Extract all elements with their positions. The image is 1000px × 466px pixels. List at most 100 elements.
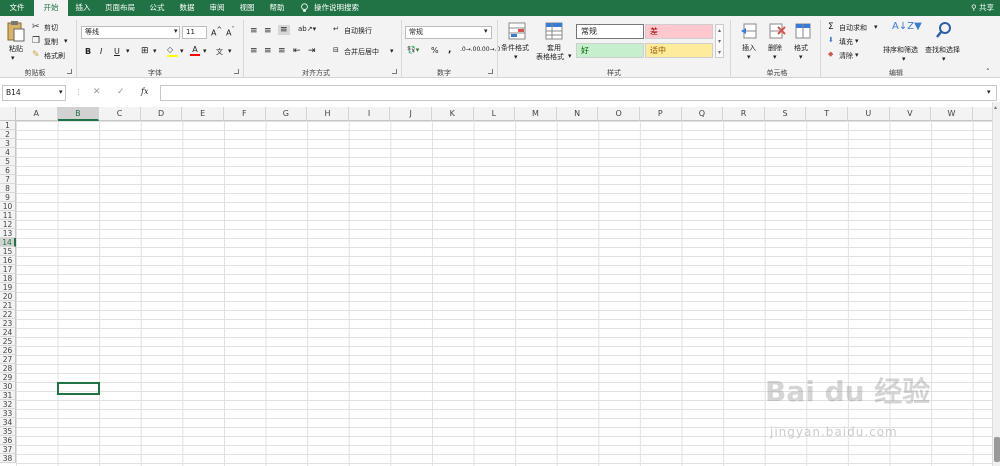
row-header-6[interactable]: 6 — [0, 166, 16, 175]
cancel-icon[interactable]: ✕ — [93, 87, 101, 97]
alignment-launcher-icon[interactable] — [392, 69, 397, 74]
percent-button[interactable]: % — [431, 46, 439, 55]
row-header-12[interactable]: 12 — [0, 220, 16, 229]
align-left-icon[interactable]: ≡ — [250, 46, 258, 56]
scroll-thumb[interactable] — [994, 437, 1000, 462]
scroll-up-icon[interactable]: ▴ — [994, 104, 997, 111]
row-header-17[interactable]: 17 — [0, 265, 16, 274]
delete-dropdown-icon[interactable]: ▾ — [773, 53, 777, 61]
copy-button[interactable]: 复制 — [44, 37, 58, 47]
column-header-e[interactable]: E — [182, 107, 224, 121]
insert-button[interactable]: 插入 — [742, 43, 756, 53]
font-color-dropdown-icon[interactable]: ▾ — [203, 47, 207, 55]
table-format-button[interactable]: 表格格式 — [536, 52, 564, 62]
style-normal[interactable]: 常规 — [576, 24, 644, 39]
tab-home[interactable]: 开始 — [34, 0, 68, 16]
column-header-o[interactable]: O — [598, 107, 640, 121]
align-bottom-icon[interactable]: ≡ — [278, 25, 290, 35]
column-header-j[interactable]: J — [390, 107, 432, 121]
paste-dropdown-icon[interactable]: ▾ — [11, 54, 15, 62]
row-header-29[interactable]: 29 — [0, 373, 16, 382]
italic-icon[interactable]: I — [100, 47, 102, 56]
styles-gallery-scroll[interactable]: ▴ ▾ ▾ — [715, 24, 724, 58]
autosum-button[interactable]: 自动求和 — [839, 23, 867, 33]
conditional-format-icon[interactable] — [508, 22, 526, 40]
row-header-19[interactable]: 19 — [0, 283, 16, 292]
clipboard-launcher-icon[interactable] — [67, 69, 72, 74]
tab-insert[interactable]: 插入 — [68, 0, 98, 16]
row-header-32[interactable]: 32 — [0, 400, 16, 409]
column-header-w[interactable]: W — [931, 107, 973, 121]
row-header-25[interactable]: 25 — [0, 337, 16, 346]
align-top-icon[interactable]: ≡ — [250, 26, 258, 36]
merge-dropdown-icon[interactable]: ▾ — [390, 47, 394, 55]
row-header-21[interactable]: 21 — [0, 301, 16, 310]
align-center-icon[interactable]: ≡ — [264, 46, 272, 56]
fill-button[interactable]: 填充 — [839, 37, 853, 47]
column-header-h[interactable]: H — [307, 107, 349, 121]
bold-icon[interactable]: B — [85, 47, 91, 56]
font-size-select[interactable]: 11 — [182, 26, 207, 39]
row-header-20[interactable]: 20 — [0, 292, 16, 301]
column-header-i[interactable]: I — [349, 107, 391, 121]
row-header-24[interactable]: 24 — [0, 328, 16, 337]
table-dropdown-icon[interactable]: ▾ — [568, 52, 572, 60]
decrease-font-icon[interactable]: Aˇ — [226, 26, 235, 38]
column-header-v[interactable]: V — [890, 107, 932, 121]
row-header-13[interactable]: 13 — [0, 229, 16, 238]
orientation-icon[interactable]: ab↗▾ — [298, 25, 316, 33]
increase-font-icon[interactable]: A^ — [211, 26, 222, 38]
paste-icon[interactable] — [7, 20, 25, 42]
align-middle-icon[interactable]: ≡ — [264, 26, 272, 36]
row-header-7[interactable]: 7 — [0, 175, 16, 184]
row-header-28[interactable]: 28 — [0, 364, 16, 373]
borders-dropdown-icon[interactable]: ▾ — [153, 47, 157, 55]
enter-icon[interactable]: ✓ — [117, 87, 125, 97]
column-header-q[interactable]: Q — [682, 107, 724, 121]
comma-button[interactable]: , — [448, 45, 451, 55]
autosum-dropdown-icon[interactable]: ▾ — [874, 23, 878, 31]
fill-color-icon[interactable]: ◇ — [167, 46, 178, 57]
font-color-icon[interactable]: A — [190, 45, 200, 57]
row-header-26[interactable]: 26 — [0, 346, 16, 355]
column-header-c[interactable]: C — [99, 107, 141, 121]
column-header-u[interactable]: U — [848, 107, 890, 121]
row-header-22[interactable]: 22 — [0, 310, 16, 319]
name-box[interactable]: B14 — [2, 85, 66, 101]
wrap-text-button[interactable]: 自动换行 — [344, 26, 372, 36]
column-header-k[interactable]: K — [432, 107, 474, 121]
row-header-30[interactable]: 30 — [0, 382, 16, 391]
paste-button[interactable]: 粘贴 — [9, 44, 23, 54]
clear-dropdown-icon[interactable]: ▾ — [855, 51, 859, 59]
format-cells-icon[interactable] — [794, 22, 812, 40]
row-header-35[interactable]: 35 — [0, 427, 16, 436]
expand-formula-icon[interactable]: ▾ — [987, 88, 991, 96]
format-painter-button[interactable]: 格式刷 — [44, 51, 65, 61]
vertical-scrollbar[interactable]: ▴ — [992, 102, 1000, 466]
row-header-14[interactable]: 14 — [0, 238, 16, 247]
tab-review[interactable]: 审阅 — [202, 0, 232, 16]
row-header-10[interactable]: 10 — [0, 202, 16, 211]
collapse-ribbon-icon[interactable]: ˄ — [986, 68, 990, 76]
copy-dropdown-icon[interactable]: ▾ — [64, 37, 68, 45]
formula-input[interactable] — [160, 85, 997, 101]
style-bad[interactable]: 差 — [645, 24, 713, 39]
format-dropdown-icon[interactable]: ▾ — [799, 53, 803, 61]
conditional-format-button[interactable]: 条件格式 — [501, 43, 529, 53]
row-header-18[interactable]: 18 — [0, 274, 16, 283]
column-header-l[interactable]: L — [474, 107, 516, 121]
column-header-g[interactable]: G — [266, 107, 308, 121]
column-header-t[interactable]: T — [806, 107, 848, 121]
style-good[interactable]: 好 — [576, 43, 644, 58]
tab-page-layout[interactable]: 页面布局 — [98, 0, 142, 16]
tab-help[interactable]: 帮助 — [262, 0, 292, 16]
fill-dropdown-icon[interactable]: ▾ — [180, 47, 184, 55]
column-header-m[interactable]: M — [515, 107, 557, 121]
row-header-2[interactable]: 2 — [0, 130, 16, 139]
column-header-d[interactable]: D — [141, 107, 183, 121]
sort-dropdown-icon[interactable]: ▾ — [902, 55, 906, 63]
row-header-38[interactable]: 38 — [0, 454, 16, 463]
active-cell-b14[interactable] — [57, 382, 100, 395]
insert-function-button[interactable]: fx — [141, 87, 148, 96]
column-header-p[interactable]: P — [640, 107, 682, 121]
